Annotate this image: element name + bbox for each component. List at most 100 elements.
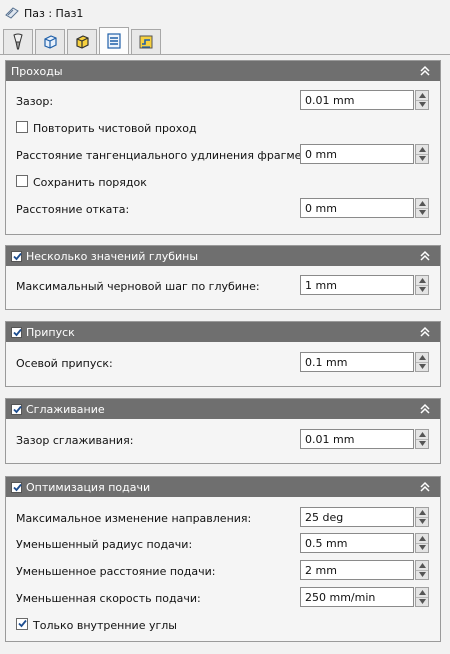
keep-order-row: Сохранить порядок <box>6 171 440 193</box>
depth-panel: Несколько значений глубины Максимальный … <box>5 245 441 310</box>
tangent-ext-row: Расстояние тангенциального удлинения фра… <box>6 144 440 166</box>
retract-row: Расстояние отката: 0 mm <box>6 198 440 220</box>
smoothing-enable-checkbox[interactable] <box>11 403 22 415</box>
smoothing-header[interactable]: Сглаживание <box>6 399 440 419</box>
max-dir-label: Максимальное изменение направления: <box>16 512 252 525</box>
collapse-chevron-icon[interactable] <box>418 480 432 494</box>
smoothing-gap-row: Зазор сглаживания: 0.01 mm <box>6 429 440 451</box>
spin-down-icon[interactable] <box>416 154 428 163</box>
title-bar: Паз : Паз1 <box>0 0 450 26</box>
red-radius-label: Уменьшенный радиус подачи: <box>16 538 193 551</box>
axial-allowance-spinner[interactable] <box>415 352 429 372</box>
tab-linking[interactable] <box>131 29 161 54</box>
collapse-chevron-icon[interactable] <box>418 325 432 339</box>
depth-title: Несколько значений глубины <box>26 249 199 263</box>
gap-row: Зазор: 0.01 mm <box>6 90 440 112</box>
repeat-finish-label: Повторить чистовой проход <box>33 122 197 135</box>
allowance-title: Припуск <box>26 325 75 339</box>
retract-input[interactable]: 0 mm <box>300 198 414 218</box>
red-speed-label: Уменьшенная скорость подачи: <box>16 592 201 605</box>
gap-label: Зазор: <box>16 95 54 108</box>
feed-opt-header[interactable]: Оптимизация подачи <box>6 477 440 497</box>
red-dist-row: Уменьшенное расстояние подачи: 2 mm <box>6 560 440 582</box>
axial-allowance-label: Осевой припуск: <box>16 357 113 370</box>
red-dist-input[interactable]: 2 mm <box>300 560 414 580</box>
spin-down-icon[interactable] <box>416 570 428 579</box>
keep-order-label: Сохранить порядок <box>33 176 147 189</box>
red-speed-input[interactable]: 250 mm/min <box>300 587 414 607</box>
tab-tool[interactable] <box>3 29 33 54</box>
collapse-chevron-icon[interactable] <box>418 249 432 263</box>
spin-down-icon[interactable] <box>416 597 428 606</box>
spin-down-icon[interactable] <box>416 543 428 552</box>
inner-corners-label: Только внутренние углы <box>33 619 177 632</box>
rough-step-spinner[interactable] <box>415 275 429 295</box>
spin-down-icon[interactable] <box>416 517 428 526</box>
cube-yellow-icon <box>76 35 89 49</box>
smoothing-gap-input[interactable]: 0.01 mm <box>300 429 414 449</box>
gap-input[interactable]: 0.01 mm <box>300 90 414 110</box>
spin-down-icon[interactable] <box>416 362 428 371</box>
allowance-header[interactable]: Припуск <box>6 322 440 342</box>
check-icon <box>18 619 27 628</box>
cube-rotate-icon <box>44 35 57 49</box>
collapse-chevron-icon[interactable] <box>418 64 432 78</box>
axial-allowance-input[interactable]: 0.1 mm <box>300 352 414 372</box>
spin-down-icon[interactable] <box>416 208 428 217</box>
inner-corners-row: Только внутренние углы <box>6 614 440 636</box>
passes-panel: Проходы Зазор: 0.01 mm Повторить чистово… <box>5 60 441 235</box>
feed-opt-panel: Оптимизация подачи Максимальное изменени… <box>5 476 441 642</box>
tab-strip <box>0 26 450 55</box>
retract-label: Расстояние отката: <box>16 203 130 216</box>
collapse-chevron-icon[interactable] <box>418 402 432 416</box>
passes-header[interactable]: Проходы <box>6 61 440 81</box>
feed-opt-title: Оптимизация подачи <box>26 480 151 494</box>
smoothing-gap-spinner[interactable] <box>415 429 429 449</box>
spin-down-icon[interactable] <box>416 100 428 109</box>
red-radius-input[interactable]: 0.5 mm <box>300 533 414 553</box>
red-radius-row: Уменьшенный радиус подачи: 0.5 mm <box>6 533 440 555</box>
tangent-ext-label: Расстояние тангенциального удлинения фра… <box>16 149 326 162</box>
check-icon <box>13 252 22 260</box>
smoothing-gap-label: Зазор сглаживания: <box>16 434 134 447</box>
max-dir-input[interactable]: 25 deg <box>300 507 414 527</box>
red-dist-label: Уменьшенное расстояние подачи: <box>16 565 216 578</box>
red-speed-row: Уменьшенная скорость подачи: 250 mm/min <box>6 587 440 609</box>
window-title: Паз : Паз1 <box>24 6 84 20</box>
tangent-ext-spinner[interactable] <box>415 144 429 164</box>
spin-down-icon[interactable] <box>416 439 428 448</box>
rough-step-row: Максимальный черновой шаг по глубине: 1 … <box>6 275 440 297</box>
check-icon <box>13 405 22 413</box>
tab-passes[interactable] <box>99 27 129 54</box>
depth-enable-checkbox[interactable] <box>11 250 22 262</box>
gap-spinner[interactable] <box>415 90 429 110</box>
depth-header[interactable]: Несколько значений глубины <box>6 246 440 266</box>
allowance-panel: Припуск Осевой припуск: 0.1 mm <box>5 321 441 387</box>
smoothing-title: Сглаживание <box>26 402 105 416</box>
tab-geometry[interactable] <box>35 29 65 54</box>
rough-step-label: Максимальный черновой шаг по глубине: <box>16 280 260 293</box>
inner-corners-checkbox[interactable] <box>16 618 28 630</box>
red-dist-spinner[interactable] <box>415 560 429 580</box>
check-icon <box>13 328 22 336</box>
feed-opt-enable-checkbox[interactable] <box>11 481 22 493</box>
axial-allowance-row: Осевой припуск: 0.1 mm <box>6 352 440 374</box>
rough-step-input[interactable]: 1 mm <box>300 275 414 295</box>
passes-title: Проходы <box>11 64 63 78</box>
keep-order-checkbox[interactable] <box>16 175 28 187</box>
tab-stock[interactable] <box>67 29 97 54</box>
smoothing-panel: Сглаживание Зазор сглаживания: 0.01 mm <box>5 398 441 464</box>
max-dir-row: Максимальное изменение направления: 25 d… <box>6 507 440 529</box>
red-radius-spinner[interactable] <box>415 533 429 553</box>
red-speed-spinner[interactable] <box>415 587 429 607</box>
passes-list-icon <box>107 33 121 49</box>
slot-operation-icon <box>5 7 19 19</box>
retract-spinner[interactable] <box>415 198 429 218</box>
allowance-enable-checkbox[interactable] <box>11 326 22 338</box>
spin-down-icon[interactable] <box>416 285 428 294</box>
tangent-ext-input[interactable]: 0 mm <box>300 144 414 164</box>
check-icon <box>13 483 22 491</box>
repeat-finish-checkbox[interactable] <box>16 121 28 133</box>
max-dir-spinner[interactable] <box>415 507 429 527</box>
tool-icon <box>13 33 23 50</box>
